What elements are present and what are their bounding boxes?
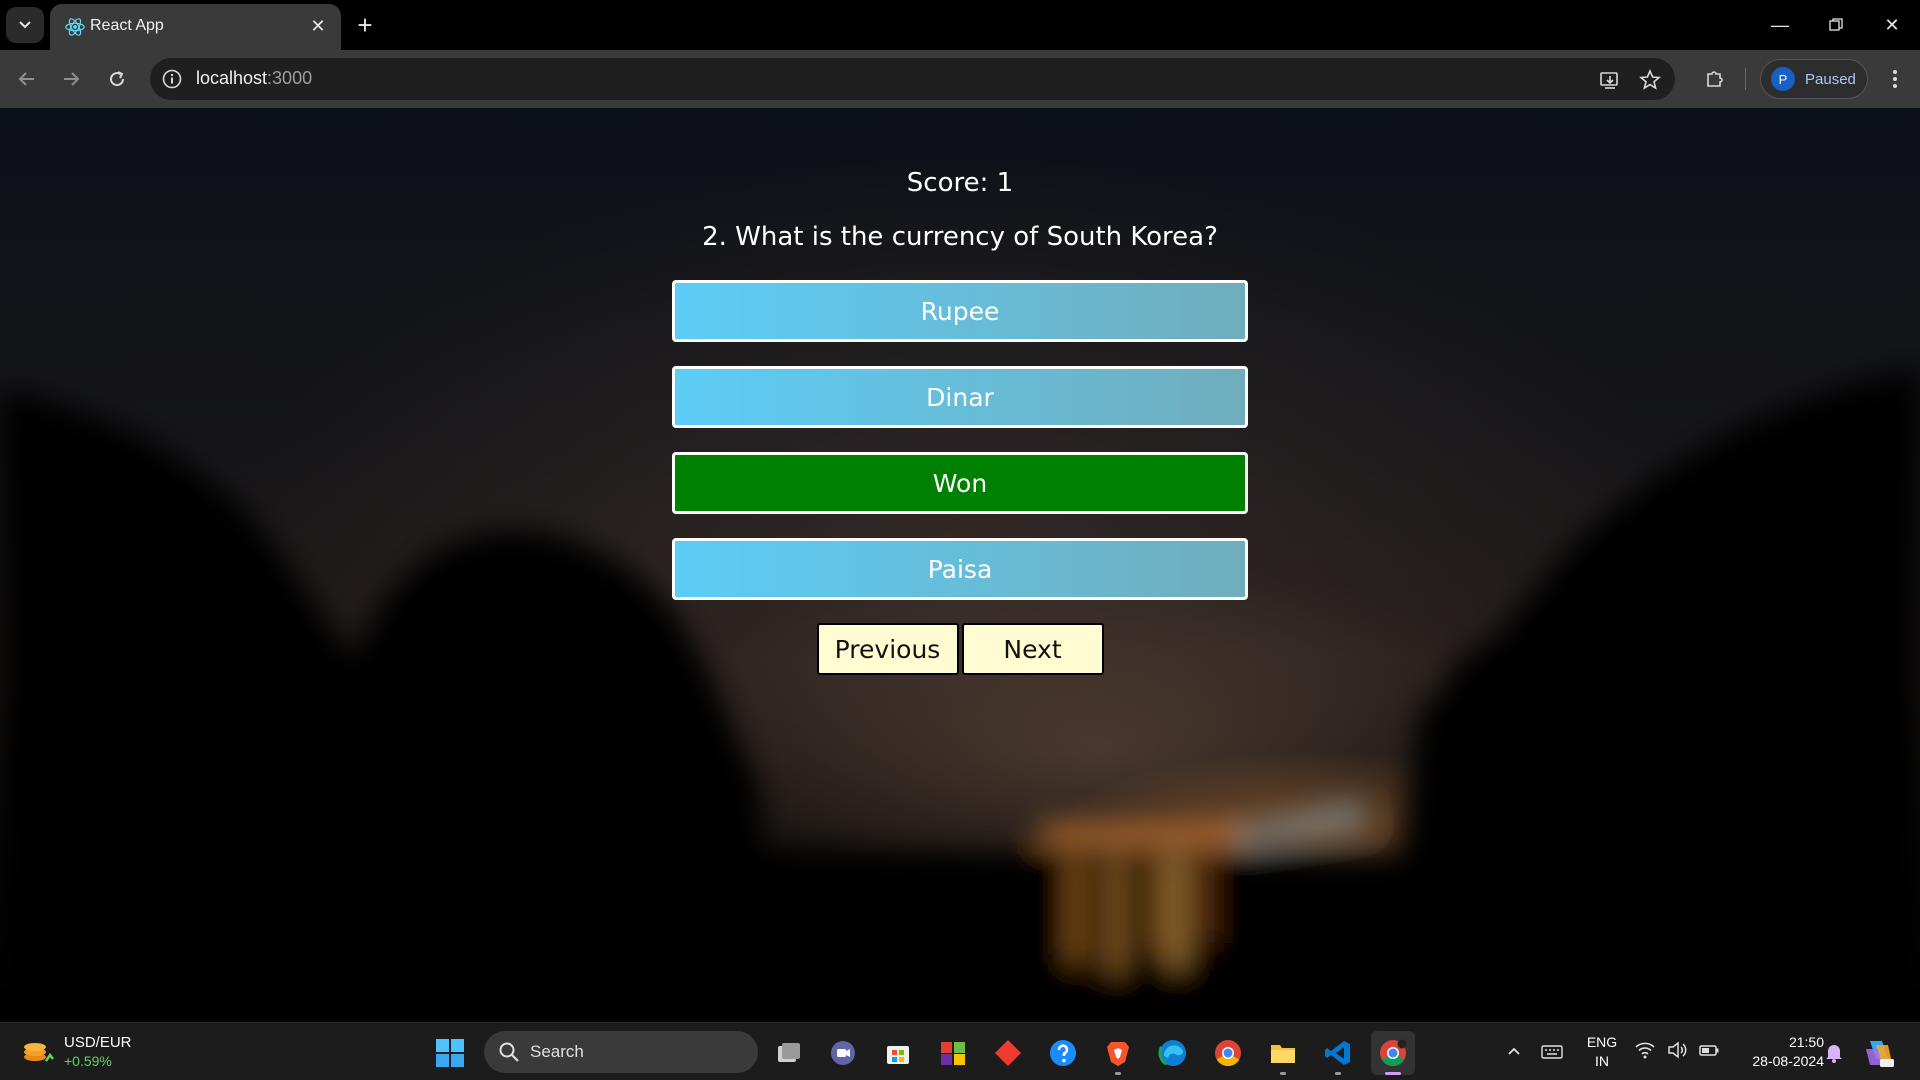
browser-toolbar: localhost:3000 P Paused bbox=[0, 50, 1920, 108]
tab-title: React App bbox=[90, 17, 164, 34]
clock-time: 21:50 bbox=[1788, 1034, 1824, 1050]
kebab-menu-icon[interactable] bbox=[1880, 64, 1910, 94]
reload-icon[interactable] bbox=[102, 64, 132, 94]
toolbar-divider bbox=[1745, 68, 1746, 90]
address-bar[interactable]: localhost:3000 bbox=[150, 58, 1675, 100]
quick-settings[interactable] bbox=[1634, 1039, 1720, 1061]
close-window-icon[interactable]: ✕ bbox=[1864, 0, 1920, 50]
currency-coins-icon bbox=[24, 1043, 54, 1062]
option-button-won-correct[interactable]: Won bbox=[672, 452, 1248, 514]
extensions-puzzle-icon[interactable] bbox=[1700, 64, 1730, 94]
widget-change: +0.59% bbox=[64, 1053, 112, 1069]
search-label: Search bbox=[530, 1042, 584, 1061]
install-app-icon[interactable] bbox=[1598, 68, 1622, 92]
next-button[interactable]: Next bbox=[961, 623, 1104, 675]
widget-title: USD/EUR bbox=[64, 1034, 132, 1051]
url-host: localhost bbox=[196, 68, 268, 88]
vscode-icon[interactable] bbox=[1316, 1031, 1360, 1075]
teams-meet-icon[interactable] bbox=[821, 1031, 865, 1075]
volume-icon bbox=[1668, 1041, 1687, 1059]
site-info-icon[interactable] bbox=[160, 67, 184, 91]
task-view-icon[interactable] bbox=[767, 1031, 811, 1075]
score-display: Score: 1 bbox=[906, 168, 1014, 198]
option-button-dinar[interactable]: Dinar bbox=[672, 366, 1248, 428]
chrome-profile-active-icon[interactable] bbox=[1371, 1031, 1415, 1075]
input-language-indicator[interactable]: ENG IN bbox=[1584, 1033, 1620, 1071]
office-app-icon[interactable] bbox=[931, 1031, 975, 1075]
edge-browser-icon[interactable] bbox=[1151, 1031, 1195, 1075]
git-app-icon[interactable] bbox=[986, 1031, 1030, 1075]
previous-button[interactable]: Previous bbox=[816, 623, 959, 675]
new-tab-plus-icon[interactable]: + bbox=[350, 10, 380, 40]
question-text: 2. What is the currency of South Korea? bbox=[702, 222, 1218, 252]
taskbar-search-box[interactable]: Search bbox=[484, 1031, 758, 1073]
copilot-icon[interactable] bbox=[1862, 1035, 1896, 1069]
battery-icon bbox=[1699, 1045, 1719, 1056]
lang-bottom: IN bbox=[1595, 1053, 1609, 1069]
keyboard-icon[interactable] bbox=[1540, 1040, 1564, 1064]
bookmark-star-icon[interactable] bbox=[1638, 68, 1662, 92]
windows-start-icon[interactable] bbox=[434, 1037, 466, 1069]
help-icon[interactable] bbox=[1041, 1031, 1085, 1075]
react-logo-icon bbox=[65, 18, 85, 36]
url-port: :3000 bbox=[267, 68, 313, 88]
chevron-down-icon bbox=[19, 21, 31, 29]
windows-taskbar: USD/EUR +0.59% Search ENG IN 21:50 28-08… bbox=[0, 1022, 1920, 1080]
wifi-icon bbox=[1635, 1042, 1655, 1059]
window-controls: — ✕ bbox=[1752, 0, 1920, 50]
restore-icon[interactable] bbox=[1808, 0, 1864, 50]
lang-top: ENG bbox=[1586, 1034, 1618, 1050]
browser-tab-active[interactable]: React App ✕ bbox=[50, 4, 341, 50]
profile-status-label: Paused bbox=[1805, 70, 1856, 88]
back-arrow-icon[interactable] bbox=[12, 64, 42, 94]
quiz-navigation: Previous Next bbox=[0, 623, 1920, 675]
option-button-paisa[interactable]: Paisa bbox=[672, 538, 1248, 600]
profile-avatar: P bbox=[1771, 67, 1795, 91]
file-explorer-icon[interactable] bbox=[1261, 1031, 1305, 1075]
profile-button[interactable]: P Paused bbox=[1760, 59, 1868, 99]
microsoft-store-icon[interactable] bbox=[876, 1031, 920, 1075]
forward-arrow-icon[interactable] bbox=[56, 64, 86, 94]
clock-date: 28-08-2024 bbox=[1752, 1053, 1824, 1069]
quiz-container: Score: 1 2. What is the currency of Sout… bbox=[0, 108, 1920, 1022]
page-viewport: Score: 1 2. What is the currency of Sout… bbox=[0, 108, 1920, 1022]
tab-search-dropdown-button[interactable] bbox=[6, 7, 44, 43]
stock-widget[interactable]: USD/EUR +0.59% bbox=[20, 1032, 132, 1072]
brave-browser-icon[interactable] bbox=[1096, 1031, 1140, 1075]
browser-tab-bar: React App ✕ + — ✕ bbox=[0, 0, 1920, 50]
show-hidden-icons-chevron-up-icon[interactable] bbox=[1502, 1039, 1526, 1063]
url-text: localhost:3000 bbox=[196, 68, 312, 89]
search-icon bbox=[499, 1042, 519, 1062]
option-button-rupee[interactable]: Rupee bbox=[672, 280, 1248, 342]
close-tab-icon[interactable]: ✕ bbox=[307, 15, 329, 37]
clock[interactable]: 21:50 28-08-2024 bbox=[1736, 1033, 1824, 1071]
notification-bell-icon[interactable] bbox=[1822, 1040, 1846, 1064]
chrome-browser-icon[interactable] bbox=[1206, 1031, 1250, 1075]
minimize-icon[interactable]: — bbox=[1752, 0, 1808, 50]
